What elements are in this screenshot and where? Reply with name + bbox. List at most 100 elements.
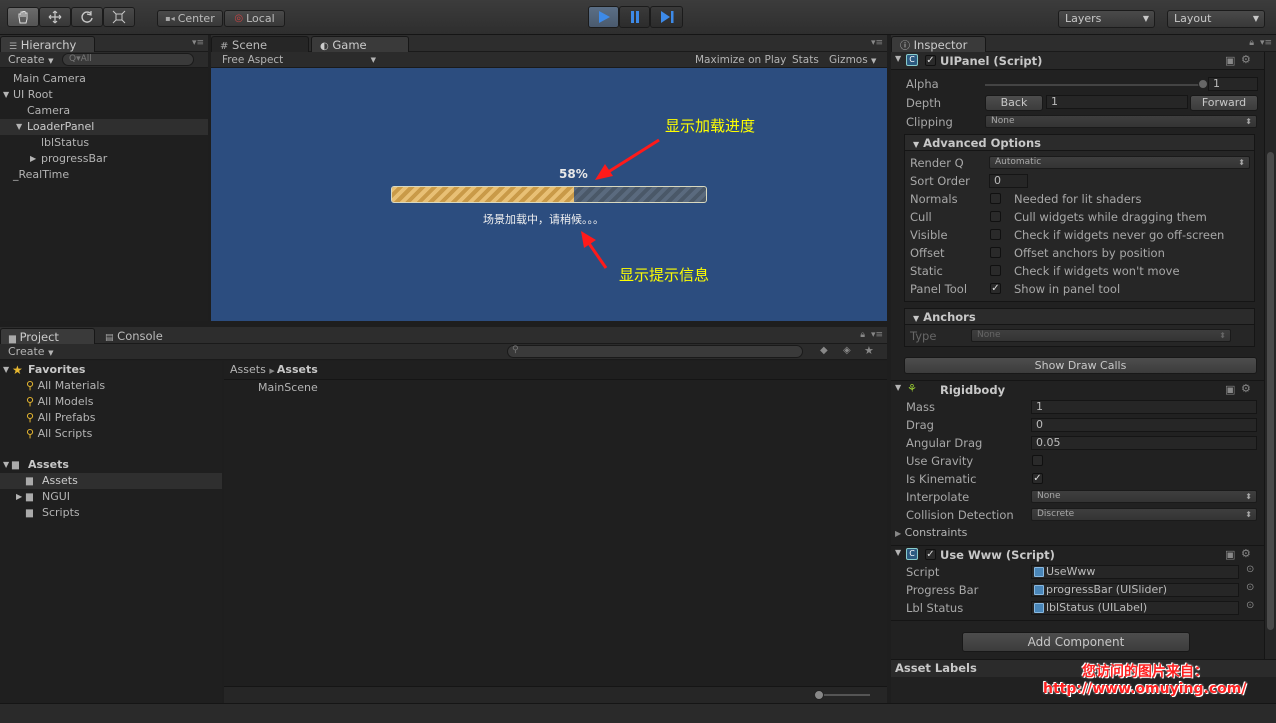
clipping-dropdown[interactable]: None ⬍ <box>985 115 1257 128</box>
play-button[interactable] <box>588 6 619 28</box>
folder-ngui[interactable]: ▶ ▆ NGUI <box>0 489 222 505</box>
hierarchy-create-menu[interactable]: Create ▼ <box>8 52 53 68</box>
hierarchy-item-camera[interactable]: Camera <box>27 103 70 119</box>
stats-toggle[interactable]: Stats <box>792 52 819 68</box>
hierarchy-item-loaderpanel[interactable]: ▼ LoaderPanel <box>0 119 208 135</box>
hierarchy-item-progressbar[interactable]: ▶ progressBar <box>0 151 208 167</box>
tab-hierarchy[interactable]: ☰ Hierarchy <box>0 36 95 52</box>
help-book-icon[interactable]: ▣ <box>1225 548 1235 561</box>
expand-arrow-icon[interactable]: ▼ <box>3 87 9 103</box>
collision-detection-dropdown[interactable]: Discrete ⬍ <box>1031 508 1257 521</box>
expand-arrow-icon[interactable]: ▼ <box>3 457 9 473</box>
help-book-icon[interactable]: ▣ <box>1225 54 1235 67</box>
favorite-all-prefabs[interactable]: ⚲ All Prefabs <box>26 410 96 426</box>
panel-menu-icon[interactable]: ▾≡ <box>871 330 883 340</box>
tab-console[interactable]: ▤ Console <box>97 328 192 344</box>
script-field[interactable]: UseWww <box>1031 565 1239 579</box>
depth-field[interactable]: 1 <box>1046 95 1188 109</box>
object-picker-icon[interactable]: ⊙ <box>1246 582 1254 593</box>
collapse-arrow-icon[interactable]: ▶ <box>30 151 36 167</box>
rotate-tool-button[interactable] <box>71 7 103 27</box>
favorite-all-models[interactable]: ⚲ All Models <box>26 394 93 410</box>
hierarchy-item-main-camera[interactable]: Main Camera <box>13 71 86 87</box>
lock-icon[interactable]: 🔒︎ <box>860 330 865 340</box>
usewww-header[interactable]: ▼ C ✓ Use Www (Script) ▣ ⚙ <box>891 546 1264 564</box>
add-component-button[interactable]: Add Component <box>962 632 1190 652</box>
option-checkbox[interactable] <box>990 211 1001 222</box>
anchor-type-dropdown[interactable]: None ⬍ <box>971 329 1231 342</box>
show-draw-calls-button[interactable]: Show Draw Calls <box>904 357 1257 374</box>
scale-tool-button[interactable] <box>103 7 135 27</box>
expand-arrow-icon[interactable]: ▼ <box>3 362 9 378</box>
step-button[interactable] <box>650 6 683 28</box>
collapse-arrow-icon[interactable]: ▶ <box>16 489 22 505</box>
folder-scripts[interactable]: ▆ Scripts <box>0 505 222 521</box>
sort-order-field[interactable]: 0 <box>989 174 1028 188</box>
option-checkbox[interactable] <box>990 265 1001 276</box>
panel-menu-icon[interactable]: ▾≡ <box>1260 38 1272 48</box>
gizmos-dropdown[interactable]: Gizmos ▼ <box>829 52 876 68</box>
lock-icon[interactable]: 🔒︎ <box>1249 38 1254 48</box>
inspector-scrollbar[interactable] <box>1264 52 1276 659</box>
favorite-all-materials[interactable]: ⚲ All Materials <box>26 378 105 394</box>
option-checkbox[interactable] <box>990 193 1001 204</box>
uipanel-enabled-checkbox[interactable]: ✓ <box>925 55 936 66</box>
filter-type-icon[interactable]: ◆ <box>820 345 828 356</box>
move-tool-button[interactable] <box>39 7 71 27</box>
expand-arrow-icon[interactable]: ▼ <box>895 383 901 392</box>
render-q-dropdown[interactable]: Automatic ⬍ <box>989 156 1250 169</box>
aspect-dropdown[interactable]: Free Aspect ▼ <box>222 52 376 68</box>
breadcrumb-root[interactable]: Assets <box>230 363 266 376</box>
help-book-icon[interactable]: ▣ <box>1225 383 1235 396</box>
tab-scene[interactable]: # Scene <box>211 36 309 52</box>
filter-label-icon[interactable]: ◈ <box>843 345 851 356</box>
hierarchy-search-input[interactable]: Q▾All <box>62 53 194 66</box>
advanced-options-header[interactable]: ▼ Advanced Options <box>904 134 1255 151</box>
uipanel-header[interactable]: ▼ C ✓ UIPanel (Script) ▣ ⚙ <box>891 52 1264 70</box>
mass-field[interactable]: 1 <box>1031 400 1257 414</box>
panel-menu-icon[interactable]: ▾≡ <box>192 38 204 48</box>
panel-menu-icon[interactable]: ▾≡ <box>871 38 883 48</box>
object-picker-icon[interactable]: ⊙ <box>1246 600 1254 611</box>
pivot-local-button[interactable]: ◎ Local <box>224 10 285 27</box>
option-checkbox[interactable] <box>990 247 1001 258</box>
lbl-status-field[interactable]: lblStatus (UILabel) <box>1031 601 1239 615</box>
anchors-header[interactable]: ▼ Anchors <box>904 308 1255 325</box>
layers-dropdown[interactable]: Layers ▼ <box>1058 10 1155 28</box>
alpha-slider[interactable] <box>985 84 1203 86</box>
is-kinematic-checkbox[interactable]: ✓ <box>1032 473 1043 484</box>
option-checkbox[interactable] <box>990 229 1001 240</box>
hand-tool-button[interactable] <box>7 7 39 27</box>
pause-button[interactable] <box>619 6 650 28</box>
gear-icon[interactable]: ⚙ <box>1241 547 1251 560</box>
hierarchy-item-realtime[interactable]: _RealTime <box>13 167 69 183</box>
layout-dropdown[interactable]: Layout ▼ <box>1167 10 1265 28</box>
zoom-slider-thumb[interactable] <box>814 690 824 700</box>
usewww-enabled-checkbox[interactable]: ✓ <box>925 549 936 560</box>
folder-assets[interactable]: ▆ Assets <box>0 473 222 489</box>
hierarchy-item-lblstatus[interactable]: lblStatus <box>41 135 89 151</box>
alpha-field[interactable]: 1 <box>1208 77 1258 91</box>
project-create-menu[interactable]: Create ▼ <box>8 344 53 360</box>
asset-file-mainscene[interactable]: MainScene <box>258 380 318 396</box>
project-search-input[interactable]: ⚲ <box>507 345 803 358</box>
expand-arrow-icon[interactable]: ▼ <box>16 119 22 135</box>
gear-icon[interactable]: ⚙ <box>1241 53 1251 66</box>
pivot-center-button[interactable]: ▪◂ Center <box>157 10 223 27</box>
option-checkbox[interactable]: ✓ <box>990 283 1001 294</box>
alpha-slider-thumb[interactable] <box>1198 79 1208 89</box>
drag-field[interactable]: 0 <box>1031 418 1257 432</box>
object-picker-icon[interactable]: ⊙ <box>1246 564 1254 575</box>
progress-bar-field[interactable]: progressBar (UISlider) <box>1031 583 1239 597</box>
expand-arrow-icon[interactable]: ▼ <box>895 54 901 63</box>
tab-inspector[interactable]: ⓘ Inspector <box>891 36 986 52</box>
interpolate-dropdown[interactable]: None ⬍ <box>1031 490 1257 503</box>
scrollbar-thumb[interactable] <box>1267 152 1274 630</box>
gear-icon[interactable]: ⚙ <box>1241 382 1251 395</box>
game-view[interactable]: 58% 场景加载中，请稍候。。。 显示加载进度 显示提示信息 <box>211 68 887 321</box>
expand-arrow-icon[interactable]: ▼ <box>895 548 901 557</box>
tab-project[interactable]: ▆ Project <box>0 328 95 344</box>
depth-forward-button[interactable]: Forward <box>1190 95 1258 111</box>
depth-back-button[interactable]: Back <box>985 95 1043 111</box>
use-gravity-checkbox[interactable] <box>1032 455 1043 466</box>
